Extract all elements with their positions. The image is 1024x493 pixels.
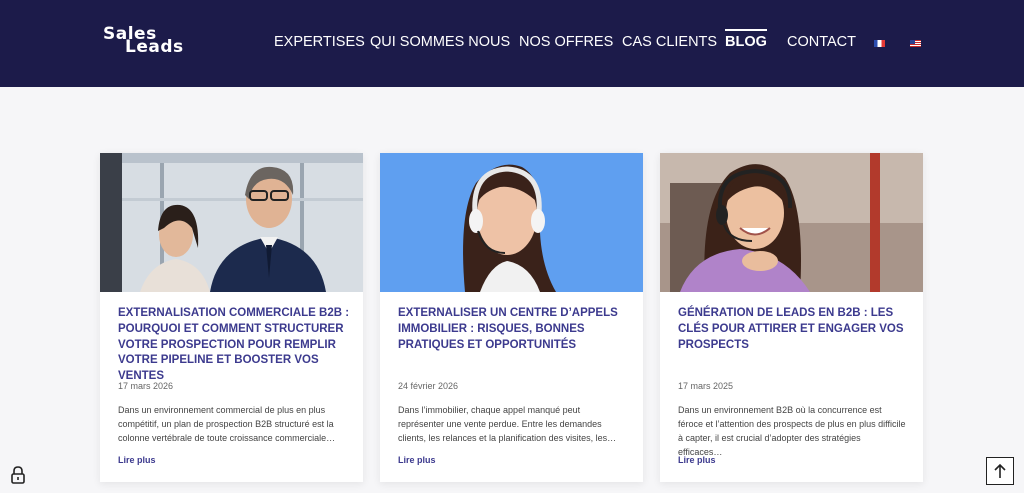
card-excerpt: Dans un environnement commercial de plus… bbox=[118, 405, 336, 443]
card-image-business-duo[interactable] bbox=[100, 153, 363, 292]
flag-us-icon[interactable] bbox=[910, 40, 921, 47]
card-excerpt: Dans l’immobilier, chaque appel manqué p… bbox=[398, 405, 617, 443]
card-image-call-center-agent[interactable] bbox=[380, 153, 643, 292]
blog-card[interactable]: EXTERNALISER UN CENTRE D’APPELS IMMOBILI… bbox=[380, 153, 643, 482]
card-excerpt: Dans un environnement B2B où la concurre… bbox=[678, 405, 906, 457]
nav-cas-clients[interactable]: CAS CLIENTS bbox=[622, 34, 717, 50]
site-header: Sales Leads EXPERTISES QUI SOMMES NOUS N… bbox=[0, 0, 1024, 87]
blog-card[interactable]: GÉNÉRATION DE LEADS EN B2B : LES CLÉS PO… bbox=[660, 153, 923, 482]
logo-line-2: Leads bbox=[125, 37, 184, 57]
nav-qui-sommes-nous[interactable]: QUI SOMMES NOUS bbox=[370, 34, 510, 50]
sales-leads-logo[interactable]: Sales Leads bbox=[103, 24, 185, 60]
read-more-link[interactable]: Lire plus bbox=[678, 455, 716, 465]
card-image-lead-generation[interactable] bbox=[660, 153, 923, 292]
lock-icon[interactable] bbox=[11, 466, 25, 484]
card-date: 24 février 2026 bbox=[398, 381, 459, 391]
nav-nos-offres[interactable]: NOS OFFRES bbox=[519, 34, 613, 50]
card-date: 17 mars 2025 bbox=[678, 381, 734, 391]
business-people-illustration bbox=[100, 153, 363, 292]
nav-expertises[interactable]: EXPERTISES bbox=[274, 34, 365, 50]
card-title[interactable]: EXTERNALISER UN CENTRE D’APPELS IMMOBILI… bbox=[398, 306, 630, 353]
card-title[interactable]: EXTERNALISATION COMMERCIALE B2B : POURQU… bbox=[118, 306, 350, 385]
nav-contact[interactable]: CONTACT bbox=[787, 34, 856, 50]
card-date: 17 mars 2026 bbox=[118, 381, 174, 391]
headset-woman-illustration bbox=[380, 153, 643, 292]
flag-fr-icon[interactable] bbox=[874, 40, 885, 47]
scroll-to-top-button[interactable] bbox=[986, 457, 1014, 485]
smiling-agent-illustration bbox=[660, 153, 923, 292]
read-more-link[interactable]: Lire plus bbox=[118, 455, 156, 465]
card-title[interactable]: GÉNÉRATION DE LEADS EN B2B : LES CLÉS PO… bbox=[678, 306, 910, 353]
nav-blog[interactable]: BLOG bbox=[725, 29, 767, 50]
read-more-link[interactable]: Lire plus bbox=[398, 455, 436, 465]
blog-card[interactable]: EXTERNALISATION COMMERCIALE B2B : POURQU… bbox=[100, 153, 363, 482]
arrow-up-icon bbox=[994, 463, 1006, 478]
